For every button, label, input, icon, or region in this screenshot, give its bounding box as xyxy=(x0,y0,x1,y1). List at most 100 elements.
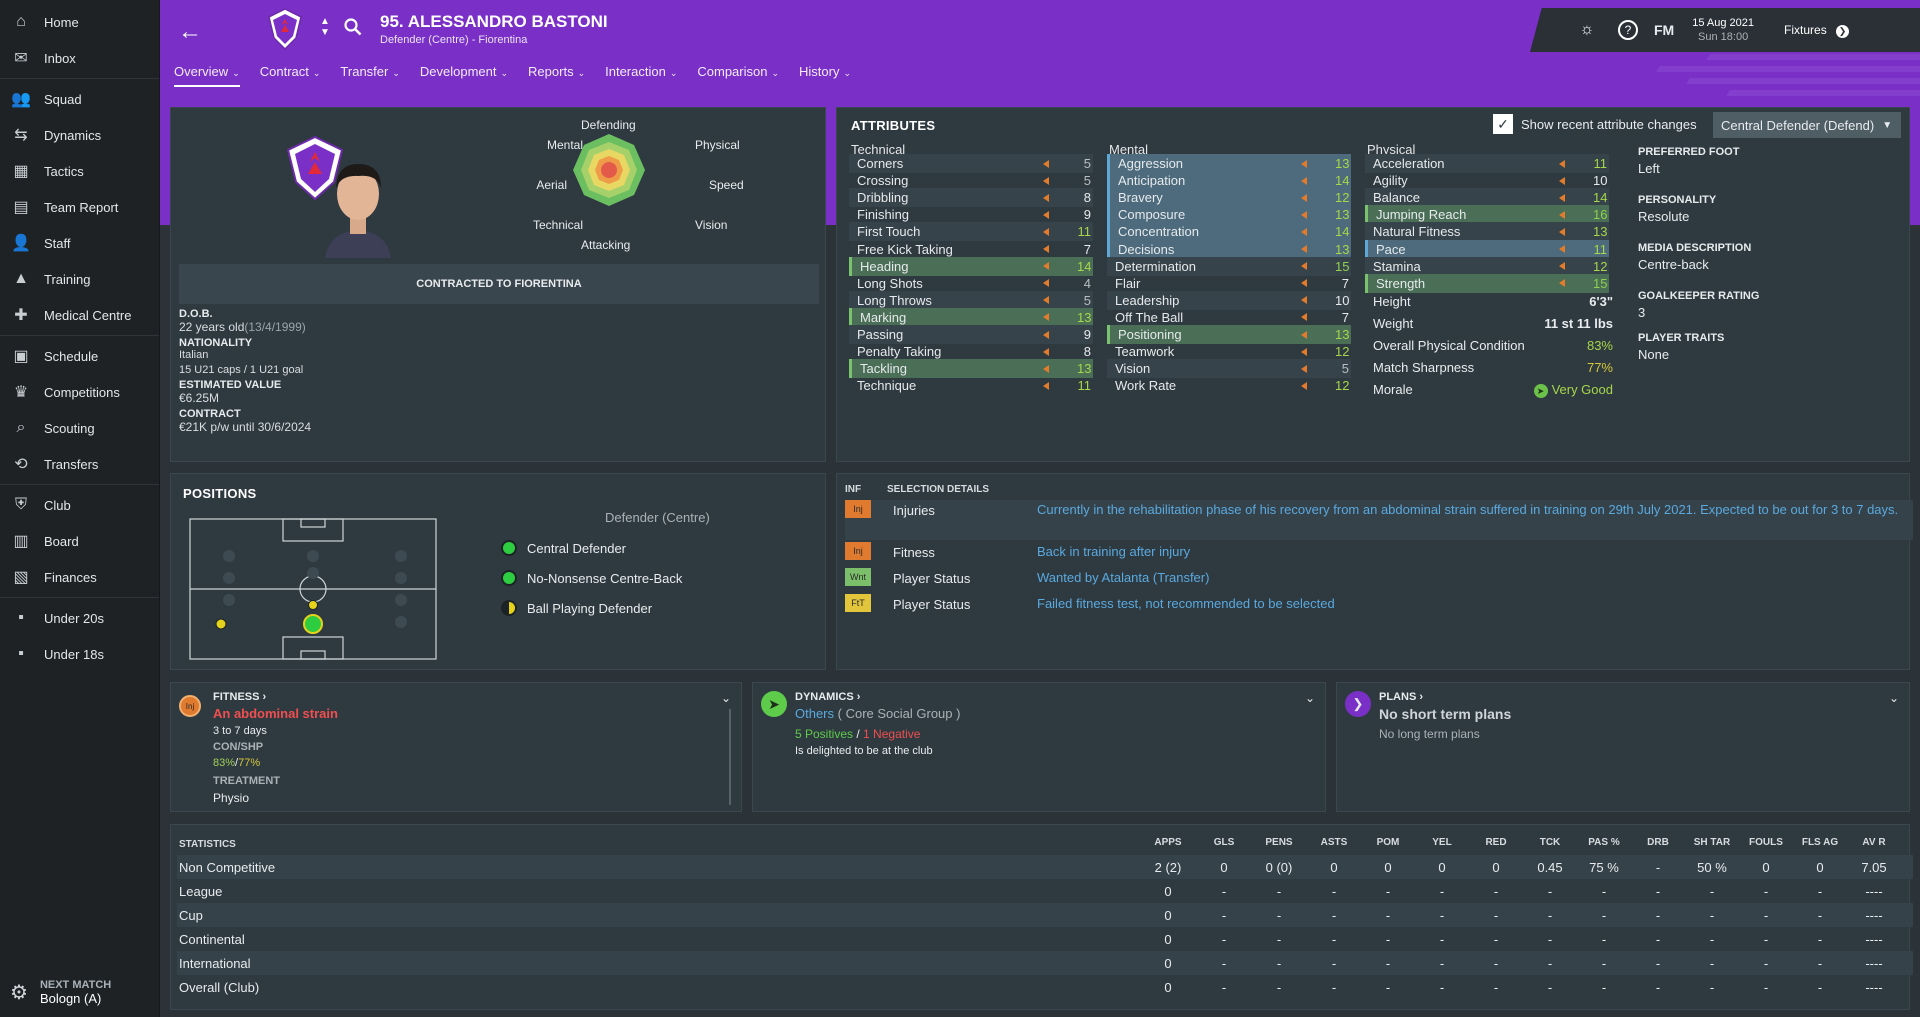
attr-change-arrow-icon xyxy=(1559,176,1565,185)
side-info-value: Left xyxy=(1638,161,1660,176)
stats-column-header[interactable]: TCK xyxy=(1525,837,1575,848)
sidebar-item-inbox[interactable]: ✉ Inbox xyxy=(0,40,159,76)
club-shield-icon: ⛨ xyxy=(14,496,27,513)
stats-column-header[interactable]: FLS AG xyxy=(1795,837,1845,848)
selection-text[interactable]: Wanted by Atalanta (Transfer) xyxy=(1037,568,1913,586)
scrollbar[interactable] xyxy=(729,709,731,805)
chevron-down-icon[interactable]: ⌄ xyxy=(1305,691,1315,705)
tab-reports[interactable]: Reports ⌄ xyxy=(528,64,585,87)
attr-name: Bravery xyxy=(1118,190,1163,206)
fitness-title[interactable]: FITNESS › xyxy=(213,691,266,703)
sidebar-item-tactics[interactable]: ▦ Tactics xyxy=(0,153,159,189)
sidebar-item-schedule[interactable]: ▣ Schedule xyxy=(0,338,159,374)
stats-cell: 0 xyxy=(1164,883,1172,899)
attr-value: 9 xyxy=(1083,327,1091,342)
tab-contract[interactable]: Contract ⌄ xyxy=(260,64,321,87)
role-central-defender[interactable]: Central Defender xyxy=(501,540,626,556)
stats-row-name: Overall (Club) xyxy=(179,979,260,995)
tab-history[interactable]: History ⌄ xyxy=(799,64,851,87)
attr-value: 11 xyxy=(1077,224,1092,240)
stats-row-non-competitive[interactable]: Non Competitive 2 (2) 0 0 (0) 0 0 0 0 0.45 75 % - 5… xyxy=(177,855,1913,879)
sidebar-item-dynamics[interactable]: ⇆ Dynamics xyxy=(0,117,159,153)
tab-development[interactable]: Development ⌄ xyxy=(420,64,508,87)
search-icon[interactable] xyxy=(344,18,362,36)
role-no-nonsense-centre-back[interactable]: No-Nonsense Centre-Back xyxy=(501,570,682,586)
attr-name: Vision xyxy=(1115,361,1151,377)
show-changes-toggle[interactable]: ✓ Show recent attribute changes xyxy=(1493,114,1697,134)
fixtures-button[interactable]: Fixtures ❯ xyxy=(1784,23,1850,38)
stats-column-header[interactable]: SH TAR xyxy=(1687,837,1737,848)
attr-value: 7 xyxy=(1341,275,1349,291)
stats-column-header[interactable]: YEL xyxy=(1417,837,1467,848)
tab-overview[interactable]: Overview ⌄ xyxy=(174,64,240,87)
tab-label: History xyxy=(799,64,840,79)
tab-label: Transfer xyxy=(340,64,389,79)
tab-transfer[interactable]: Transfer ⌄ xyxy=(340,64,399,87)
attr-value: 14 xyxy=(1593,190,1608,206)
selection-type: Player Status xyxy=(893,597,971,612)
stats-cell: - xyxy=(1547,931,1553,947)
attr-change-arrow-icon xyxy=(1301,296,1307,305)
help-icon[interactable]: ? xyxy=(1618,20,1638,40)
stats-row-continental[interactable]: Continental 0- - - - - - - - - - - - ---- xyxy=(177,927,1913,951)
side-info-media-description: MEDIA DESCRIPTION Centre-back xyxy=(1638,242,1759,272)
stats-row-overall-club-[interactable]: Overall (Club) 0- - - - - - - - - - - - ---- xyxy=(177,975,1913,999)
world-icon[interactable]: ☼ xyxy=(1572,21,1602,39)
sidebar-item-training[interactable]: ▲ Training xyxy=(0,261,159,297)
stats-column-header[interactable]: POM xyxy=(1363,837,1413,848)
dynamics-summary: 5 Positives / 1 Negative xyxy=(795,727,921,741)
stats-column-header[interactable]: AV R xyxy=(1849,837,1899,848)
attr-change-arrow-icon xyxy=(1043,159,1049,168)
sidebar-item-medical-centre[interactable]: ✚ Medical Centre xyxy=(0,297,159,333)
stats-row-international[interactable]: International 0- - - - - - - - - - - - ---- xyxy=(177,951,1913,975)
sidebar-item-board[interactable]: ▥ Board xyxy=(0,523,159,559)
stats-cell: - xyxy=(1763,955,1769,971)
stats-column-header[interactable]: ASTS xyxy=(1309,837,1359,848)
stats-column-header[interactable]: RED xyxy=(1471,837,1521,848)
sidebar-item-competitions[interactable]: ♛ Competitions xyxy=(0,374,159,410)
stats-row-cup[interactable]: Cup 0- - - - - - - - - - - - ---- xyxy=(177,903,1913,927)
player-switch-arrows-icon[interactable]: ▲ ▼ xyxy=(320,16,330,38)
sidebar-item-scouting[interactable]: ⌕ Scouting xyxy=(0,410,159,446)
sidebar-item-finances[interactable]: ▧ Finances xyxy=(0,559,159,595)
checkbox-checked-icon[interactable]: ✓ xyxy=(1493,114,1513,134)
stats-row-league[interactable]: League 0- - - - - - - - - - - - ---- xyxy=(177,879,1913,903)
attr-value: 13 xyxy=(1335,207,1350,223)
stats-column-header[interactable]: PAS % xyxy=(1579,837,1629,848)
sidebar-item-under-18s[interactable]: ▪ Under 18s xyxy=(0,636,159,672)
sidebar-item-staff[interactable]: 👤 Staff xyxy=(0,225,159,261)
chevron-down-icon[interactable]: ⌄ xyxy=(1889,691,1899,705)
chevron-down-icon[interactable]: ⌄ xyxy=(721,691,731,705)
stats-column-header[interactable]: PENS xyxy=(1254,837,1304,848)
selection-text[interactable]: Back in training after injury xyxy=(1037,542,1913,560)
side-info-label: GOALKEEPER RATING xyxy=(1638,290,1760,302)
dynamics-title[interactable]: DYNAMICS › xyxy=(795,691,860,703)
sidebar-item-under-20s[interactable]: ▪ Under 20s xyxy=(0,600,159,636)
sidebar-item-squad[interactable]: 👥 Squad xyxy=(0,81,159,117)
sidebar-item-team-report[interactable]: ▤ Team Report xyxy=(0,189,159,225)
sidebar-item-home[interactable]: ⌂ Home xyxy=(0,4,159,40)
next-match[interactable]: ⚙ NEXT MATCH Bologn (A) xyxy=(0,967,160,1017)
stats-column-header[interactable]: FOULS xyxy=(1741,837,1791,848)
plans-title[interactable]: PLANS › xyxy=(1379,691,1423,703)
dynamics-note: Is delighted to be at the club xyxy=(795,745,933,757)
stats-column-header[interactable]: APPS xyxy=(1143,837,1193,848)
role-select[interactable]: Central Defender (Defend) ▼ xyxy=(1713,112,1901,138)
sidebar-item-transfers[interactable]: ⟲ Transfers xyxy=(0,446,159,482)
selection-text[interactable]: Failed fitness test, not recommended to … xyxy=(1037,594,1913,612)
fm-logo[interactable]: FM xyxy=(1654,22,1674,38)
social-group-name: Others xyxy=(795,706,835,721)
selection-row: Inj Fitness Back in training after injury xyxy=(845,542,1913,568)
attr-row-technique[interactable]: Technique 11 xyxy=(849,376,1093,395)
attr-row-work-rate[interactable]: Work Rate 12 xyxy=(1107,376,1351,395)
stats-column-header[interactable]: DRB xyxy=(1633,837,1683,848)
stats-column-header[interactable]: GLS xyxy=(1199,837,1249,848)
back-arrow-icon[interactable]: ← xyxy=(178,18,202,46)
role-ball-playing-defender[interactable]: Ball Playing Defender xyxy=(501,600,652,616)
attr-row-strength[interactable]: Strength 15 xyxy=(1365,273,1609,293)
side-info-label: MEDIA DESCRIPTION xyxy=(1638,242,1752,254)
sidebar-item-club[interactable]: ⛨ Club xyxy=(0,487,159,523)
selection-text[interactable]: Currently in the rehabilitation phase of… xyxy=(1037,500,1913,518)
tab-comparison[interactable]: Comparison ⌄ xyxy=(697,64,779,87)
tab-interaction[interactable]: Interaction ⌄ xyxy=(605,64,677,87)
